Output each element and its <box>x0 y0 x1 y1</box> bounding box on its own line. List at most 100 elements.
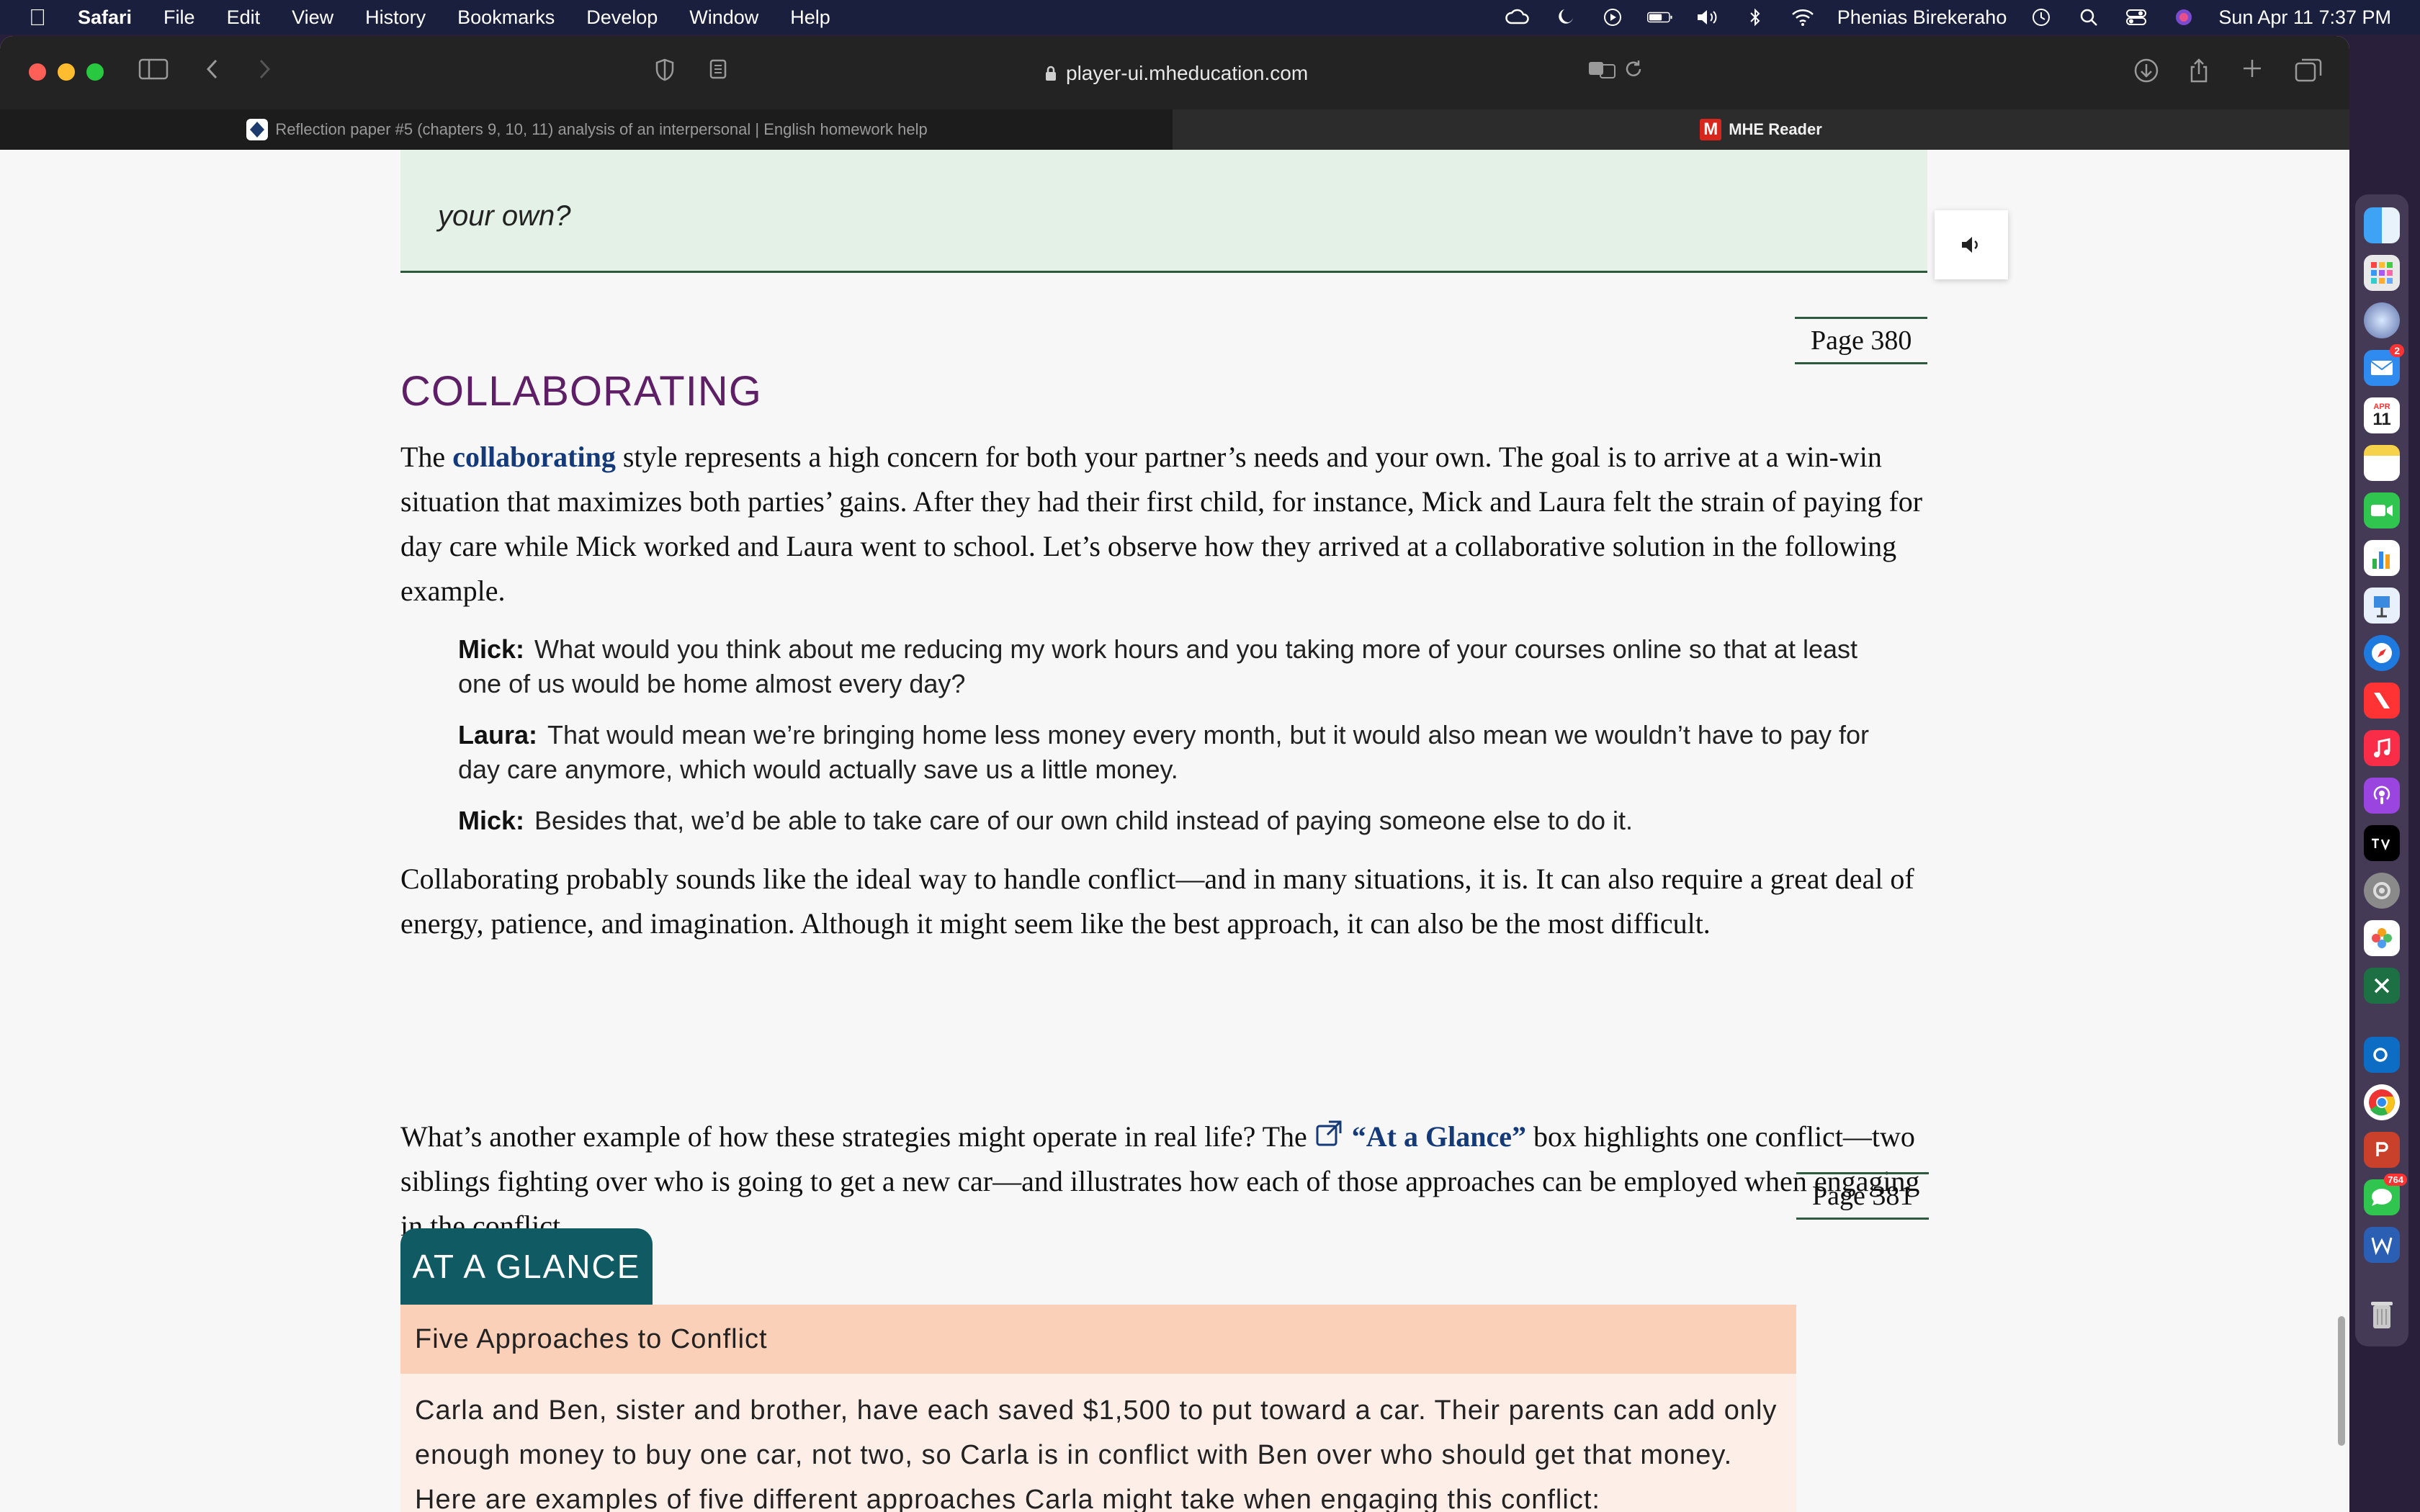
photos-icon[interactable] <box>2364 920 2400 956</box>
glance-body: Carla and Ben, sister and brother, have … <box>400 1374 1796 1512</box>
outlook-icon[interactable] <box>2364 1037 2400 1073</box>
dialogue-line: Laura: That would mean we’re bringing hom… <box>458 718 1870 787</box>
dialogue-line: Mick: Besides that, we’d be able to take … <box>458 804 1870 838</box>
glance-title: Five Approaches to Conflict <box>400 1305 1796 1374</box>
new-tab-icon[interactable] <box>2241 58 2263 86</box>
finder-icon[interactable] <box>2364 207 2400 243</box>
minimize-window-button[interactable] <box>58 63 75 81</box>
reload-icon[interactable] <box>1623 58 1644 87</box>
excel-icon[interactable] <box>2364 968 2400 1004</box>
downloads-icon[interactable] <box>2133 58 2159 90</box>
para-text: The <box>400 441 453 473</box>
tab-bar: Reflection paper #5 (chapters 9, 10, 11)… <box>0 109 2349 150</box>
browser-toolbar: player-ui.mheducation.com <box>0 36 2349 109</box>
vertical-scrollbar[interactable] <box>2338 1316 2345 1446</box>
forward-icon[interactable] <box>256 58 272 87</box>
messages-badge: 764 <box>2384 1174 2407 1186</box>
keynote-icon[interactable] <box>2364 588 2400 624</box>
menu-bar:  Safari File Edit View History Bookmark… <box>0 0 2420 35</box>
menu-app-safari[interactable]: Safari <box>78 6 132 29</box>
calendar-day: 11 <box>2372 410 2391 429</box>
launchpad-icon[interactable] <box>2364 255 2400 291</box>
facetime-icon[interactable] <box>2364 492 2400 528</box>
tab-overview-icon[interactable] <box>2295 58 2322 89</box>
mail-icon[interactable]: 2 <box>2364 344 2404 386</box>
paragraph-ideal-way: Collaborating probably sounds like the i… <box>400 863 1914 940</box>
menu-bookmarks[interactable]: Bookmarks <box>457 6 555 29</box>
url-text: player-ui.mheducation.com <box>1066 62 1309 84</box>
mail-badge: 2 <box>2390 344 2404 357</box>
para-text: What’s another example of how these stra… <box>400 1120 1314 1153</box>
tab-label: Reflection paper #5 (chapters 9, 10, 11)… <box>275 120 928 138</box>
control-center-icon[interactable] <box>2123 8 2149 27</box>
audio-speaker-button[interactable] <box>1935 210 2008 279</box>
reader-content: your own? Page 380 COLLABORATING The col… <box>0 150 2349 1512</box>
spotlight-search-icon[interactable] <box>2076 8 2102 27</box>
word-icon[interactable] <box>2364 1227 2400 1263</box>
browser-window: player-ui.mheducation.com Reflection pap… <box>0 36 2349 1512</box>
zoom-window-button[interactable] <box>86 63 104 81</box>
external-link-icon[interactable] <box>1314 1117 1346 1149</box>
paragraph-collaborating: The collaborating style represents a hig… <box>400 435 1935 613</box>
menu-edit[interactable]: Edit <box>227 6 261 29</box>
speaker-name: Laura: <box>458 720 538 750</box>
messages-icon[interactable]: 764 <box>2364 1174 2407 1215</box>
page-number-381: Page 381 <box>1796 1172 1930 1220</box>
safari-icon[interactable] <box>2364 635 2400 671</box>
share-icon[interactable] <box>2188 58 2210 90</box>
reader-icon[interactable] <box>709 58 727 87</box>
menu-help[interactable]: Help <box>790 6 830 29</box>
apple-tv-icon[interactable] <box>2364 825 2400 861</box>
menu-history[interactable]: History <box>365 6 426 29</box>
wifi-icon[interactable] <box>1790 8 1816 27</box>
privacy-shield-icon[interactable] <box>654 58 676 89</box>
tab-mhe-reader[interactable]: M MHE Reader <box>1173 109 2349 150</box>
menu-window[interactable]: Window <box>689 6 758 29</box>
bluetooth-icon[interactable] <box>1742 8 1768 27</box>
page-number-380: Page 380 <box>1795 317 1928 364</box>
dialogue-text: Besides that, we’d be able to take care … <box>534 806 1633 835</box>
close-window-button[interactable] <box>29 63 46 81</box>
user-name[interactable]: Phenias Birekeraho <box>1837 6 2007 29</box>
time-machine-icon[interactable] <box>2028 8 2054 27</box>
quote-box: your own? <box>400 150 1927 273</box>
play-icon[interactable] <box>1600 8 1626 27</box>
podcasts-icon[interactable] <box>2364 778 2400 814</box>
siri-icon[interactable] <box>2171 8 2197 27</box>
keyword-collaborating[interactable]: collaborating <box>452 441 616 473</box>
battery-icon[interactable] <box>1646 8 1673 27</box>
safari-compass-icon[interactable] <box>2364 302 2400 338</box>
apple-menu-icon[interactable]:  <box>29 4 46 31</box>
news-icon[interactable] <box>2364 683 2400 719</box>
tab-label: MHE Reader <box>1729 120 1822 138</box>
calendar-icon[interactable]: APR 11 <box>2364 397 2400 433</box>
section-heading: COLLABORATING <box>400 368 762 415</box>
address-bar[interactable]: player-ui.mheducation.com <box>1044 59 1308 88</box>
translate-icon[interactable] <box>1587 58 1616 87</box>
date-time[interactable]: Sun Apr 11 7:37 PM <box>2218 6 2391 29</box>
menu-file[interactable]: File <box>163 6 195 29</box>
quote-text: your own? <box>438 200 571 232</box>
dock: 2 APR 11 764 <box>2355 194 2408 1346</box>
moon-icon[interactable] <box>1552 8 1578 27</box>
at-a-glance-link[interactable]: “At a Glance” <box>1352 1120 1526 1153</box>
back-icon[interactable] <box>205 58 220 87</box>
menu-develop[interactable]: Develop <box>586 6 658 29</box>
numbers-icon[interactable] <box>2364 540 2400 576</box>
notes-icon[interactable] <box>2364 445 2400 481</box>
mhe-logo-icon: M <box>1700 119 1722 140</box>
para-text: style represents a high concern for both… <box>400 441 1923 607</box>
dialogue-text: What would you think about me reducing m… <box>458 634 1857 698</box>
trash-icon[interactable] <box>2364 1296 2400 1332</box>
powerpoint-icon[interactable] <box>2364 1132 2400 1168</box>
chrome-icon[interactable] <box>2364 1084 2400 1120</box>
menu-view[interactable]: View <box>292 6 333 29</box>
system-preferences-icon[interactable] <box>2364 873 2400 909</box>
creative-cloud-icon[interactable] <box>1505 8 1531 27</box>
speaker-name: Mick: <box>458 806 525 835</box>
site-favicon-icon <box>246 119 269 140</box>
volume-icon[interactable] <box>1695 8 1721 27</box>
tab-reflection-paper[interactable]: Reflection paper #5 (chapters 9, 10, 11)… <box>0 109 1173 150</box>
music-icon[interactable] <box>2364 730 2400 766</box>
sidebar-icon[interactable] <box>138 58 169 87</box>
